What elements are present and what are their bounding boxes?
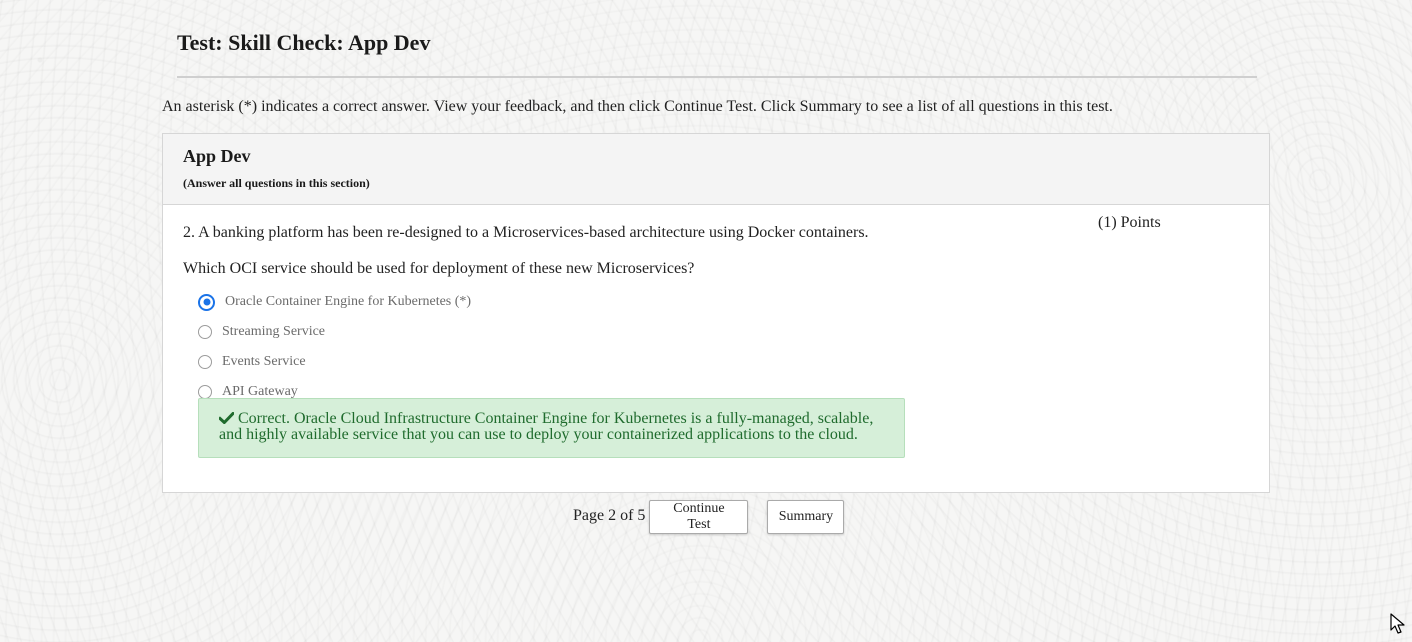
section-instructions: (Answer all questions in this section) (183, 176, 370, 190)
question-points: (1) Points (1098, 214, 1161, 231)
continue-test-button[interactable]: Continue Test (649, 500, 749, 534)
section-header: App Dev (Answer all questions in this se… (163, 134, 1269, 205)
test-page: Test: Skill Check: App Dev An asterisk (… (0, 0, 1412, 642)
section-title: App Dev (183, 146, 251, 166)
pager: Page 2 of 5 Continue Test Summary (573, 500, 845, 534)
radio-empty-icon[interactable] (198, 355, 212, 369)
section-panel: App Dev (Answer all questions in this se… (162, 133, 1270, 493)
checkmark-icon (219, 412, 234, 424)
feedback-line: Correct. Oracle Cloud Infrastructure Con… (219, 411, 884, 427)
page-title: Test: Skill Check: App Dev (177, 30, 431, 55)
page-indicator: Page 2 of 5 (573, 507, 646, 524)
radio-empty-icon[interactable] (198, 385, 212, 399)
answer-option[interactable]: Oracle Container Engine for Kubernetes (… (198, 287, 471, 317)
summary-button[interactable]: Summary (767, 500, 845, 534)
radio-selected-icon[interactable] (198, 293, 215, 311)
feedback-correct: Correct. Oracle Cloud Infrastructure Con… (198, 398, 905, 458)
title-divider (177, 76, 1257, 78)
answer-option-label: Oracle Container Engine for Kubernetes (… (225, 294, 472, 309)
feedback-text: Correct. Oracle Cloud Infrastructure Con… (238, 410, 874, 427)
question-text: 2. A banking platform has been re-design… (183, 224, 869, 241)
answer-option[interactable]: Streaming Service (198, 317, 471, 347)
instructions-text: An asterisk (*) indicates a correct answ… (162, 98, 1113, 115)
answer-option-label: Events Service (222, 354, 306, 369)
answer-option-label: Streaming Service (222, 324, 326, 339)
feedback-line: and highly available service that you ca… (219, 426, 858, 443)
answer-option[interactable]: Events Service (198, 347, 471, 377)
radio-empty-icon[interactable] (198, 325, 212, 339)
question-prompt: Which OCI service should be used for dep… (183, 260, 695, 277)
mouse-cursor-icon (1390, 613, 1405, 634)
answer-options: Oracle Container Engine for Kubernetes (… (198, 287, 471, 407)
